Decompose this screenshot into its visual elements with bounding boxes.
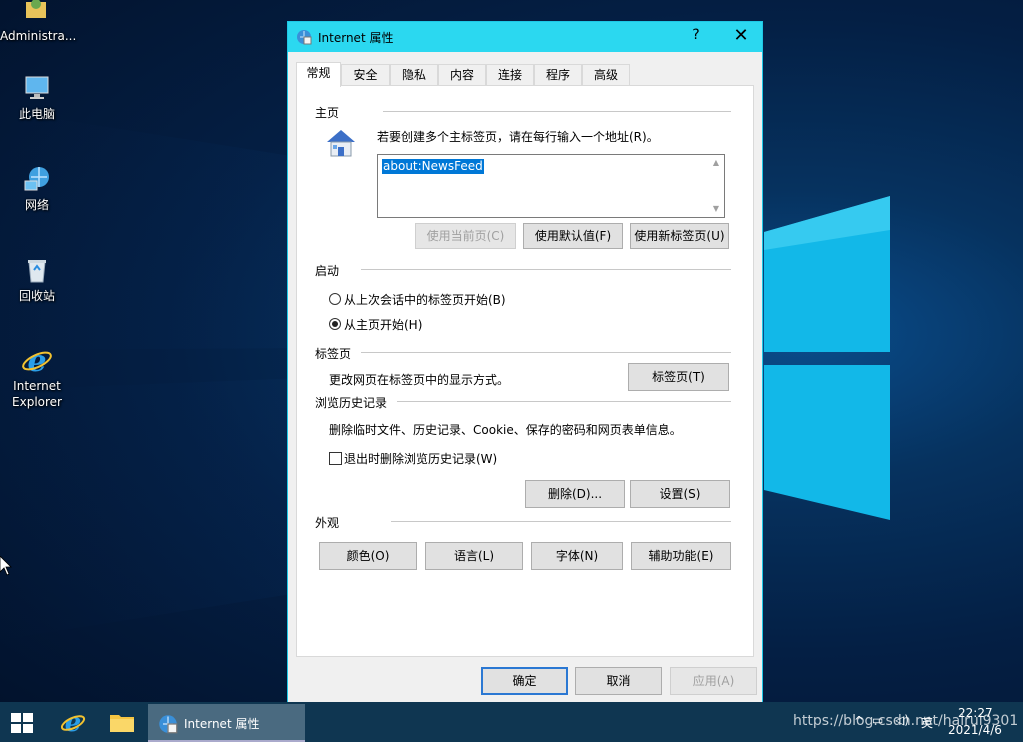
delete-history-button[interactable]: 删除(D)...	[525, 480, 625, 508]
apply-button[interactable]: 应用(A)	[670, 667, 757, 695]
desktop-icon-recycle-bin[interactable]: 回收站	[1, 254, 73, 304]
home-page-heading: 主页	[315, 106, 340, 120]
radio-start-home[interactable]	[329, 318, 341, 330]
radio-start-home-label[interactable]: 从主页开始(H)	[344, 316, 422, 333]
internet-options-icon	[297, 30, 312, 45]
ok-button[interactable]: 确定	[481, 667, 568, 695]
radio-start-last-session-label[interactable]: 从上次会话中的标签页开始(B)	[344, 291, 506, 308]
tab-advanced[interactable]: 高级	[582, 64, 630, 85]
startup-heading: 启动	[315, 264, 340, 278]
desktop-icon-label: Internet Explorer	[12, 379, 62, 409]
recycle-bin-icon	[28, 260, 46, 283]
cancel-button[interactable]: 取消	[575, 667, 662, 695]
help-button[interactable]: ?	[686, 27, 706, 43]
desktop-icon-this-pc[interactable]: 此电脑	[1, 72, 73, 122]
fonts-button[interactable]: 字体(N)	[531, 542, 623, 570]
use-new-tab-button[interactable]: 使用新标签页(U)	[630, 223, 729, 249]
taskbar-item-internet-properties[interactable]: Internet 属性	[148, 704, 305, 742]
desktop-icon-internet-explorer[interactable]: e Internet Explorer	[1, 344, 73, 410]
tab-general[interactable]: 常规	[296, 62, 341, 87]
start-windows-icon[interactable]	[11, 713, 33, 733]
home-page-instruction: 若要创建多个主标签页，请在每行输入一个地址(R)。	[377, 130, 659, 144]
internet-explorer-taskbar-icon[interactable]: e	[60, 708, 86, 736]
colors-button[interactable]: 颜色(O)	[319, 542, 417, 570]
desktop-icon-label: Administra...	[0, 29, 77, 43]
svg-text:e: e	[27, 344, 46, 376]
delete-history-on-exit-label[interactable]: 退出时删除浏览历史记录(W)	[344, 450, 497, 467]
scroll-up-icon[interactable]: ▲	[709, 156, 723, 170]
internet-explorer-icon: e	[22, 344, 52, 376]
tab-security[interactable]: 安全	[341, 64, 390, 85]
desktop-icon-label: 网络	[24, 198, 49, 212]
browsing-history-description: 删除临时文件、历史记录、Cookie、保存的密码和网页表单信息。	[329, 423, 682, 437]
desktop-icon-network[interactable]: 网络	[1, 163, 73, 213]
home-page-address-box[interactable]: about:NewsFeed ▲ ▼	[377, 154, 725, 218]
use-default-button[interactable]: 使用默认值(F)	[523, 223, 623, 249]
dialog-titlebar[interactable]: Internet 属性 ? ✕	[288, 22, 762, 52]
file-explorer-icon[interactable]	[110, 712, 134, 732]
user-folder-icon	[26, 0, 46, 18]
internet-options-icon	[159, 715, 178, 734]
browsing-history-heading: 浏览历史记录	[315, 396, 388, 410]
tab-content[interactable]: 内容	[438, 64, 486, 85]
mouse-cursor-icon	[0, 556, 12, 576]
home-icon	[327, 130, 355, 157]
divider	[361, 352, 731, 353]
home-page-address-value: about:NewsFeed	[382, 159, 484, 174]
network-icon	[24, 167, 49, 191]
languages-button[interactable]: 语言(L)	[425, 542, 523, 570]
close-button[interactable]: ✕	[728, 25, 754, 49]
svg-text:e: e	[65, 708, 82, 736]
desktop-icon-label: 回收站	[18, 289, 55, 303]
divider	[397, 401, 731, 402]
tab-connections[interactable]: 连接	[486, 64, 534, 85]
dialog-title: Internet 属性	[318, 31, 394, 45]
general-tab-page: 主页 若要创建多个主标签页，请在每行输入一个地址(R)。 about:NewsF…	[296, 85, 754, 657]
use-current-button[interactable]: 使用当前页(C)	[415, 223, 516, 249]
accessibility-button[interactable]: 辅助功能(E)	[631, 542, 731, 570]
delete-history-on-exit-checkbox[interactable]	[329, 452, 342, 465]
tabs-settings-button[interactable]: 标签页(T)	[628, 363, 729, 391]
desktop-icon-user[interactable]: Administra...	[0, 0, 76, 44]
taskbar-item-label: Internet 属性	[184, 717, 260, 731]
scroll-down-icon[interactable]: ▼	[709, 202, 723, 216]
computer-icon	[25, 76, 49, 99]
tab-programs[interactable]: 程序	[534, 64, 582, 85]
desktop-icon-label: 此电脑	[18, 107, 55, 121]
divider	[391, 521, 731, 522]
divider	[361, 269, 731, 270]
history-settings-button[interactable]: 设置(S)	[630, 480, 730, 508]
internet-properties-dialog: Internet 属性 ? ✕ 常规 安全 隐私 内容 连接 程序 高级 主页 …	[287, 21, 763, 703]
divider	[383, 111, 731, 112]
tab-privacy[interactable]: 隐私	[390, 64, 438, 85]
radio-start-last-session[interactable]	[329, 293, 341, 305]
tabs-heading: 标签页	[315, 347, 352, 361]
address-scrollbar[interactable]: ▲ ▼	[709, 156, 723, 216]
appearance-heading: 外观	[315, 516, 340, 530]
tabs-description: 更改网页在标签页中的显示方式。	[329, 373, 510, 387]
watermark-text: https://blog.csdn.net/hairui9301	[793, 713, 1019, 729]
